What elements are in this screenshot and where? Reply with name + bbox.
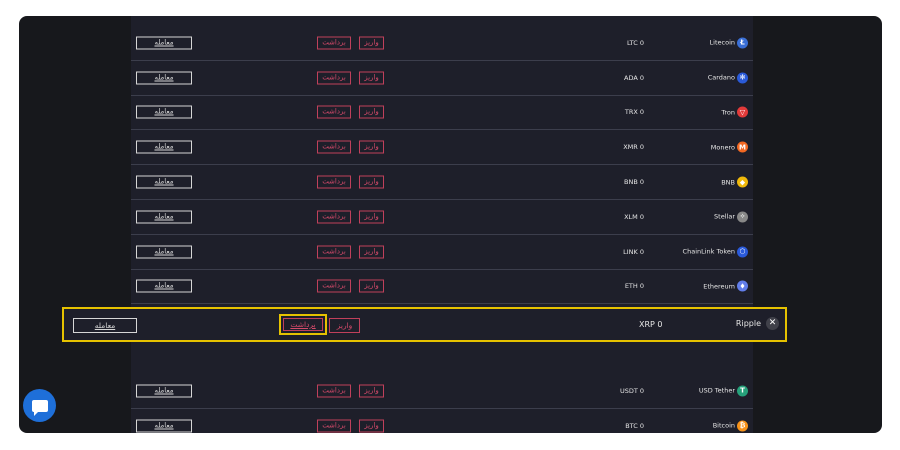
deposit-button[interactable]: واریز xyxy=(359,175,384,189)
chat-button[interactable] xyxy=(23,389,56,422)
withdraw-button[interactable]: برداشت xyxy=(317,279,351,293)
coin-name: ChainLink Token ⬡ xyxy=(682,246,748,258)
assets-table: معامله برداشت واریز LTC 0 Litecoin Ł معامله برد… xyxy=(131,16,753,433)
table-row: معامله برداشت واریز ADA 0 Cardano ✻ xyxy=(131,61,753,96)
trade-button[interactable]: معامله xyxy=(136,245,192,259)
trade-button[interactable]: معامله xyxy=(136,419,192,433)
table-row: معامله برداشت واریز LINK 0 ChainLink Token ⬡ xyxy=(131,235,753,270)
trade-button[interactable]: معامله xyxy=(136,279,192,293)
deposit-button[interactable]: واریز xyxy=(359,279,384,293)
tron-icon: ▽ xyxy=(737,106,748,118)
chat-icon xyxy=(31,399,48,416)
table-row: معامله برداشت واریز XLM 0 Stellar ✧ xyxy=(131,200,753,235)
withdraw-button[interactable]: برداشت xyxy=(317,419,351,433)
coin-label: Stellar xyxy=(714,212,735,221)
coin-label: Litecoin xyxy=(709,38,735,47)
chainlink-icon: ⬡ xyxy=(737,246,748,258)
table-row: معامله برداشت واریز TRX 0 Tron ▽ xyxy=(131,96,753,131)
close-icon[interactable]: ✕ xyxy=(766,317,779,330)
withdraw-button[interactable]: برداشت xyxy=(283,318,323,331)
coin-name: Litecoin Ł xyxy=(709,37,748,49)
coin-name: Cardano ✻ xyxy=(707,72,748,84)
balance-value: BNB 0 xyxy=(624,178,644,187)
deposit-button[interactable]: واریز xyxy=(359,140,384,154)
table-row: معامله برداشت واریز USDT 0 USD Tether T xyxy=(131,374,753,409)
balance-value: XRP 0 xyxy=(639,320,663,329)
trade-button[interactable]: معامله xyxy=(136,36,192,50)
withdraw-button[interactable]: برداشت xyxy=(317,36,351,50)
deposit-button[interactable]: واریز xyxy=(359,210,384,224)
withdraw-button[interactable]: برداشت xyxy=(317,71,351,85)
deposit-button[interactable]: واریز xyxy=(359,36,384,50)
coin-name: Bitcoin ₿ xyxy=(712,420,748,432)
trade-button[interactable]: معامله xyxy=(136,210,192,224)
deposit-button[interactable]: واریز xyxy=(359,384,384,398)
balance-value: XLM 0 xyxy=(624,212,644,221)
table-row: معامله برداشت واریز BNB 0 BNB ◆ xyxy=(131,165,753,200)
coin-label: Monero xyxy=(710,143,735,152)
balance-value: XMR 0 xyxy=(623,143,644,152)
trade-button[interactable]: معامله xyxy=(136,105,192,119)
coin-name: Stellar ✧ xyxy=(714,211,748,223)
withdraw-button[interactable]: برداشت xyxy=(317,384,351,398)
deposit-button[interactable]: واریز xyxy=(359,71,384,85)
bnb-icon: ◆ xyxy=(737,176,748,188)
coin-label: USD Tether xyxy=(698,386,735,395)
trade-button[interactable]: معامله xyxy=(73,318,137,333)
coin-label: BNB xyxy=(721,178,735,187)
balance-value: LINK 0 xyxy=(623,247,644,256)
coin-name: Tron ▽ xyxy=(721,106,748,118)
coin-name: BNB ◆ xyxy=(721,176,748,188)
trade-button[interactable]: معامله xyxy=(136,71,192,85)
balance-value: TRX 0 xyxy=(624,108,644,117)
withdraw-button[interactable]: برداشت xyxy=(317,140,351,154)
table-row: معامله برداشت واریز ETH 0 Ethereum ♦ xyxy=(131,270,753,305)
balance-value: LTC 0 xyxy=(626,38,644,47)
balance-value: BTC 0 xyxy=(625,421,644,430)
tether-icon: T xyxy=(737,385,748,397)
balance-value: USDT 0 xyxy=(619,386,644,395)
trade-button[interactable]: معامله xyxy=(136,175,192,189)
balance-value: ETH 0 xyxy=(624,282,644,291)
deposit-button[interactable]: واریز xyxy=(359,245,384,259)
trade-button[interactable]: معامله xyxy=(136,384,192,398)
table-row: معامله برداشت واریز BTC 0 Bitcoin ₿ xyxy=(131,409,753,433)
coin-name: USD Tether T xyxy=(698,385,748,397)
coin-label: Bitcoin xyxy=(712,421,735,430)
coin-label: Ripple xyxy=(735,319,761,328)
deposit-button[interactable]: واریز xyxy=(329,318,360,333)
bitcoin-icon: ₿ xyxy=(737,420,748,432)
withdraw-button[interactable]: برداشت xyxy=(317,175,351,189)
deposit-button[interactable]: واریز xyxy=(359,419,384,433)
ethereum-icon: ♦ xyxy=(737,280,748,292)
highlighted-row-ripple: معامله برداشت واریز XRP 0 Ripple ✕ xyxy=(62,307,787,342)
withdraw-button[interactable]: برداشت xyxy=(317,105,351,119)
withdraw-button[interactable]: برداشت xyxy=(317,245,351,259)
coin-label: ChainLink Token xyxy=(682,247,735,256)
coin-label: Tron xyxy=(721,108,735,117)
coin-name: Ripple ✕ xyxy=(736,317,779,330)
litecoin-icon: Ł xyxy=(737,37,748,49)
cardano-icon: ✻ xyxy=(737,72,748,84)
monero-icon: M xyxy=(737,141,748,153)
coin-name: Monero M xyxy=(710,141,748,153)
deposit-button[interactable]: واریز xyxy=(359,105,384,119)
balance-value: ADA 0 xyxy=(624,73,644,82)
coin-label: Ethereum xyxy=(703,282,735,291)
withdraw-highlight-box: برداشت xyxy=(279,314,327,335)
table-row: معامله برداشت واریز XMR 0 Monero M xyxy=(131,130,753,166)
coin-name: Ethereum ♦ xyxy=(703,280,748,292)
coin-label: Cardano xyxy=(707,73,735,82)
app-frame: معامله برداشت واریز LTC 0 Litecoin Ł معامله برد… xyxy=(19,16,882,433)
trade-button[interactable]: معامله xyxy=(136,140,192,154)
withdraw-button[interactable]: برداشت xyxy=(317,210,351,224)
table-row: معامله برداشت واریز LTC 0 Litecoin Ł xyxy=(131,26,753,61)
stellar-icon: ✧ xyxy=(737,211,748,223)
